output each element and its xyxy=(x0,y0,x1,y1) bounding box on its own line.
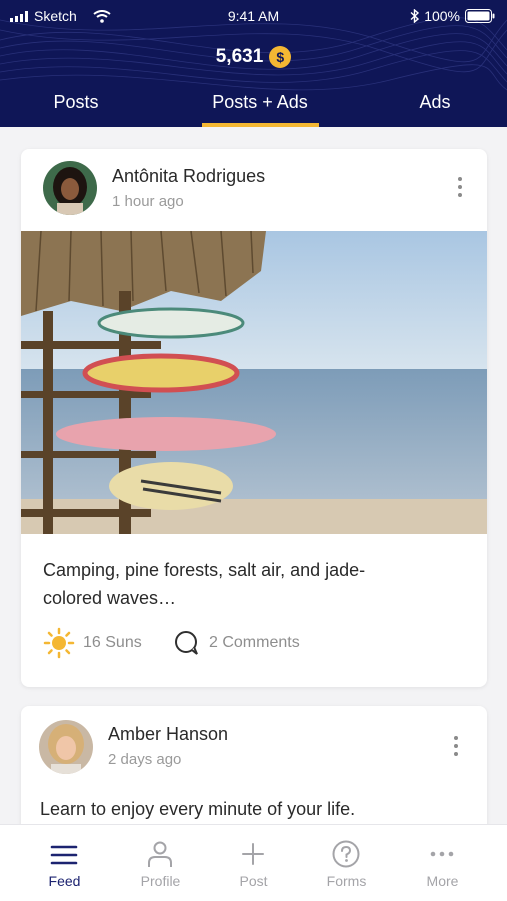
nav-label: Feed xyxy=(48,873,81,889)
bluetooth-icon xyxy=(410,9,420,23)
bottom-nav: Feed Profile Post Forms More xyxy=(0,824,507,901)
nav-label: More xyxy=(426,873,459,889)
tab-posts[interactable]: Posts xyxy=(30,92,122,113)
comments-button[interactable]: 2 Comments xyxy=(173,629,300,657)
coin-balance-value: 5,631 xyxy=(215,46,264,67)
comment-icon xyxy=(175,631,198,655)
coin-balance: 5,631 $ xyxy=(0,46,507,68)
post-author[interactable]: Amber Hanson xyxy=(108,724,228,745)
plus-icon xyxy=(242,843,264,865)
post-card: Antônita Rodrigues 1 hour ago Camping, p… xyxy=(21,149,487,687)
post-caption-line: colored waves… xyxy=(43,588,177,608)
post-caption: Learn to enjoy every minute of your life… xyxy=(40,799,356,819)
comments-count: 2 Comments xyxy=(209,634,300,651)
status-bar: Sketch 9:41 AM 100% xyxy=(0,0,507,30)
post-options-icon[interactable] xyxy=(458,177,462,201)
menu-icon xyxy=(50,845,78,865)
tab-ads[interactable]: Ads xyxy=(400,92,470,113)
nav-more[interactable]: More xyxy=(392,825,493,901)
nav-forms[interactable]: Forms xyxy=(296,825,397,901)
coin-icon: $ xyxy=(269,46,292,68)
nav-label: Forms xyxy=(326,873,367,889)
post-caption: Camping, pine forests, salt air, and jad… xyxy=(43,556,365,612)
active-tab-indicator xyxy=(202,123,319,127)
sun-icon xyxy=(43,627,75,659)
header: Sketch 9:41 AM 100% 5,631 $ Posts Posts xyxy=(0,0,507,127)
nav-label: Post xyxy=(239,873,268,889)
post-author[interactable]: Antônita Rodrigues xyxy=(112,166,265,187)
post-image[interactable] xyxy=(21,231,487,534)
nav-feed[interactable]: Feed xyxy=(14,825,115,901)
feed-tabs: Posts Posts + Ads Ads xyxy=(0,92,507,127)
nav-label: Profile xyxy=(140,873,181,889)
battery-label: 100% xyxy=(424,8,460,24)
person-icon xyxy=(148,841,172,867)
post-time: 2 days ago xyxy=(108,751,182,768)
nav-post[interactable]: Post xyxy=(203,825,304,901)
suns-count: 16 Suns xyxy=(83,634,142,651)
post-time: 1 hour ago xyxy=(112,193,184,210)
post-options-icon[interactable] xyxy=(454,736,458,760)
avatar[interactable] xyxy=(39,720,93,774)
suns-button[interactable]: 16 Suns xyxy=(43,627,142,659)
tab-posts-ads[interactable]: Posts + Ads xyxy=(195,92,325,113)
battery-icon xyxy=(465,9,495,23)
question-icon xyxy=(332,840,360,868)
avatar[interactable] xyxy=(43,161,97,215)
post-caption-line: Camping, pine forests, salt air, and jad… xyxy=(43,560,366,580)
more-icon xyxy=(430,851,454,857)
nav-profile[interactable]: Profile xyxy=(110,825,211,901)
